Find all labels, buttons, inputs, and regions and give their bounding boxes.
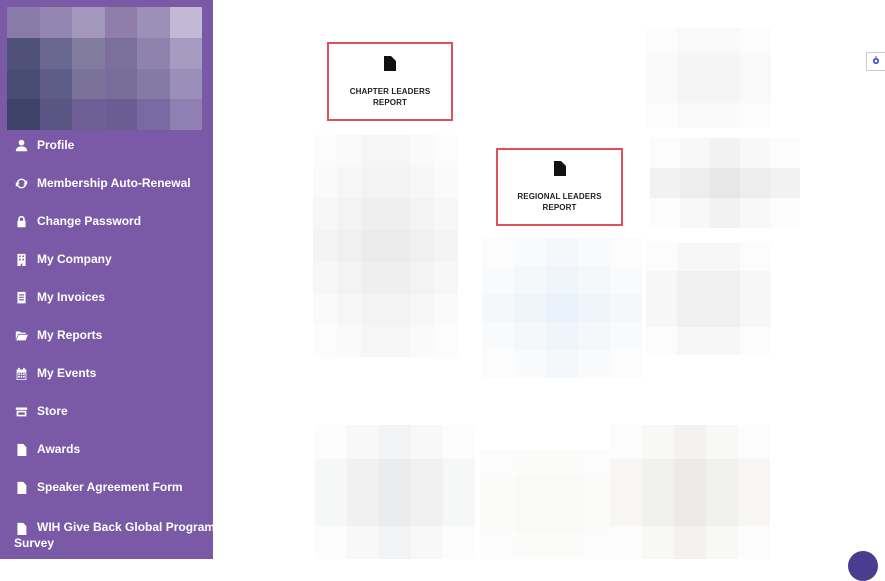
sidebar-item-label: My Company bbox=[37, 252, 112, 266]
document-icon bbox=[14, 480, 28, 494]
sidebar-item-my-invoices[interactable]: My Invoices bbox=[0, 278, 213, 316]
sidebar-item-label: Membership Auto-Renewal bbox=[37, 176, 191, 190]
blurred-block bbox=[646, 243, 771, 355]
sidebar-item-membership-auto-renewal[interactable]: Membership Auto-Renewal bbox=[0, 164, 213, 202]
chat-icon[interactable] bbox=[848, 551, 878, 581]
blurred-block bbox=[480, 450, 620, 559]
blurred-block bbox=[315, 425, 475, 559]
sidebar-item-my-events[interactable]: My Events bbox=[0, 354, 213, 392]
sidebar-item-label: Store bbox=[37, 404, 68, 418]
sidebar-item-awards[interactable]: Awards bbox=[0, 430, 213, 468]
sidebar-item-speaker-agreement-form[interactable]: Speaker Agreement Form bbox=[0, 468, 213, 506]
lock-icon bbox=[14, 214, 28, 228]
sidebar-item-label-line2: Survey bbox=[14, 536, 55, 550]
sidebar-item-my-company[interactable]: My Company bbox=[0, 240, 213, 278]
document-icon bbox=[14, 521, 28, 535]
sidebar-item-label-line1: WIH Give Back Global Program bbox=[37, 519, 216, 534]
sidebar-item-label: Speaker Agreement Form bbox=[37, 480, 183, 494]
sidebar-item-my-reports[interactable]: My Reports bbox=[0, 316, 213, 354]
calendar-icon bbox=[14, 366, 28, 380]
report-title: CHAPTER LEADERS REPORT bbox=[350, 86, 431, 108]
receipt-icon bbox=[14, 290, 28, 304]
store-icon bbox=[14, 404, 28, 418]
regional-leaders-report-card[interactable]: REGIONAL LEADERS REPORT bbox=[496, 148, 623, 226]
sidebar-item-label: My Events bbox=[37, 366, 97, 380]
sidebar-item-label: My Reports bbox=[37, 328, 103, 342]
document-icon bbox=[384, 55, 396, 76]
sidebar-item-label: Awards bbox=[37, 442, 81, 456]
blurred-block bbox=[482, 238, 642, 378]
sidebar: Profile Membership Auto-Renewal Change P… bbox=[0, 0, 215, 559]
report-title-line1: REGIONAL LEADERS bbox=[517, 192, 602, 201]
report-title-line1: CHAPTER LEADERS bbox=[349, 86, 431, 96]
building-icon bbox=[14, 252, 28, 266]
blurred-block bbox=[610, 425, 770, 559]
blurred-block bbox=[313, 135, 458, 357]
profile-photo bbox=[7, 7, 202, 130]
sidebar-item-wih-give-back-survey[interactable]: WIH Give Back Global Program Survey bbox=[0, 518, 216, 568]
chapter-leaders-report-card[interactable]: CHAPTER LEADERS REPORT bbox=[327, 42, 453, 121]
gear-icon bbox=[871, 53, 881, 71]
report-title-line2: REPORT bbox=[542, 203, 577, 212]
sidebar-item-store[interactable]: Store bbox=[0, 392, 213, 430]
sidebar-item-label: Change Password bbox=[37, 214, 142, 228]
report-title: REGIONAL LEADERS REPORT bbox=[517, 191, 601, 213]
sidebar-item-label: Profile bbox=[37, 138, 75, 152]
sidebar-item-change-password[interactable]: Change Password bbox=[0, 202, 213, 240]
folder-open-icon bbox=[14, 328, 28, 342]
user-icon bbox=[14, 138, 28, 152]
document-icon bbox=[553, 161, 566, 181]
sidebar-item-profile[interactable]: Profile bbox=[0, 126, 213, 164]
settings-widget-button[interactable] bbox=[866, 52, 885, 71]
document-icon bbox=[14, 442, 28, 456]
blurred-block bbox=[650, 138, 800, 228]
report-title-line2: REPORT bbox=[373, 97, 407, 107]
blurred-block bbox=[646, 28, 771, 128]
sidebar-item-label: My Invoices bbox=[37, 290, 106, 304]
refresh-icon bbox=[14, 176, 28, 190]
